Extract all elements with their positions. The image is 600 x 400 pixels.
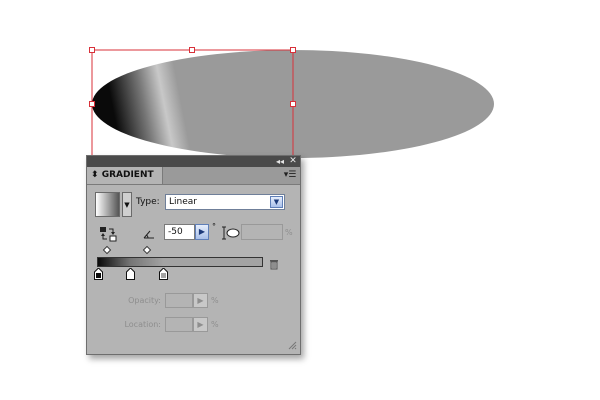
gradient-panel: ◂◂ ✕ ⬍ GRADIENT ▾☰ ▼ Type: Linear ▼ -50 … [86,155,301,355]
reverse-gradient-icon[interactable] [99,226,117,242]
location-percent: % [211,320,219,329]
type-select-arrow-icon[interactable]: ▼ [270,196,283,208]
bbox-handle-top-left[interactable] [89,47,95,53]
color-stop-1[interactable] [94,268,103,280]
degree-symbol: ° [212,222,216,231]
opacity-label: Opacity: [128,296,161,305]
tab-gradient-label: GRADIENT [101,170,154,180]
type-select-value: Linear [169,197,197,207]
tab-gradient[interactable]: ⬍ GRADIENT [87,167,163,184]
angle-icon [143,230,154,239]
midpoint-diamond-1[interactable] [102,245,112,255]
type-label: Type: [136,197,160,207]
bbox-handle-top-middle[interactable] [189,47,195,53]
angle-dropdown-button[interactable]: ▶ [195,224,209,240]
collapse-panel-button[interactable]: ◂◂ [274,156,286,167]
opacity-percent: % [211,296,219,305]
panel-titlebar[interactable]: ◂◂ ✕ [87,156,300,167]
aspect-ratio-percent: % [285,228,293,237]
swatch-dropdown-button[interactable]: ▼ [122,192,132,217]
bbox-handle-middle-left[interactable] [89,101,95,107]
tab-arrows-icon: ⬍ [91,170,99,180]
close-panel-button[interactable]: ✕ [287,156,299,167]
angle-input[interactable]: -50 [164,224,195,240]
type-select[interactable]: Linear ▼ [165,194,285,210]
bbox-handle-middle-right[interactable] [290,101,296,107]
location-label: Location: [124,320,161,329]
resize-grip-icon[interactable] [287,340,297,350]
delete-stop-trash-icon[interactable] [269,259,279,270]
color-stop-2[interactable] [126,268,135,280]
gradient-swatch[interactable] [95,192,120,217]
panel-tab-row: ⬍ GRADIENT ▾☰ [87,167,300,185]
panel-menu-icon[interactable]: ▾☰ [282,168,298,182]
midpoint-diamond-2[interactable] [142,245,152,255]
aspect-ratio-input [241,224,283,240]
gradient-slider-ramp[interactable] [97,257,263,267]
aspect-ratio-icon [222,226,240,240]
color-stop-3[interactable] [159,268,168,280]
location-input [165,317,193,332]
opacity-stepper-button: ▶ [193,293,208,308]
bbox-handle-top-right[interactable] [290,47,296,53]
opacity-input [165,293,193,308]
location-stepper-button: ▶ [193,317,208,332]
